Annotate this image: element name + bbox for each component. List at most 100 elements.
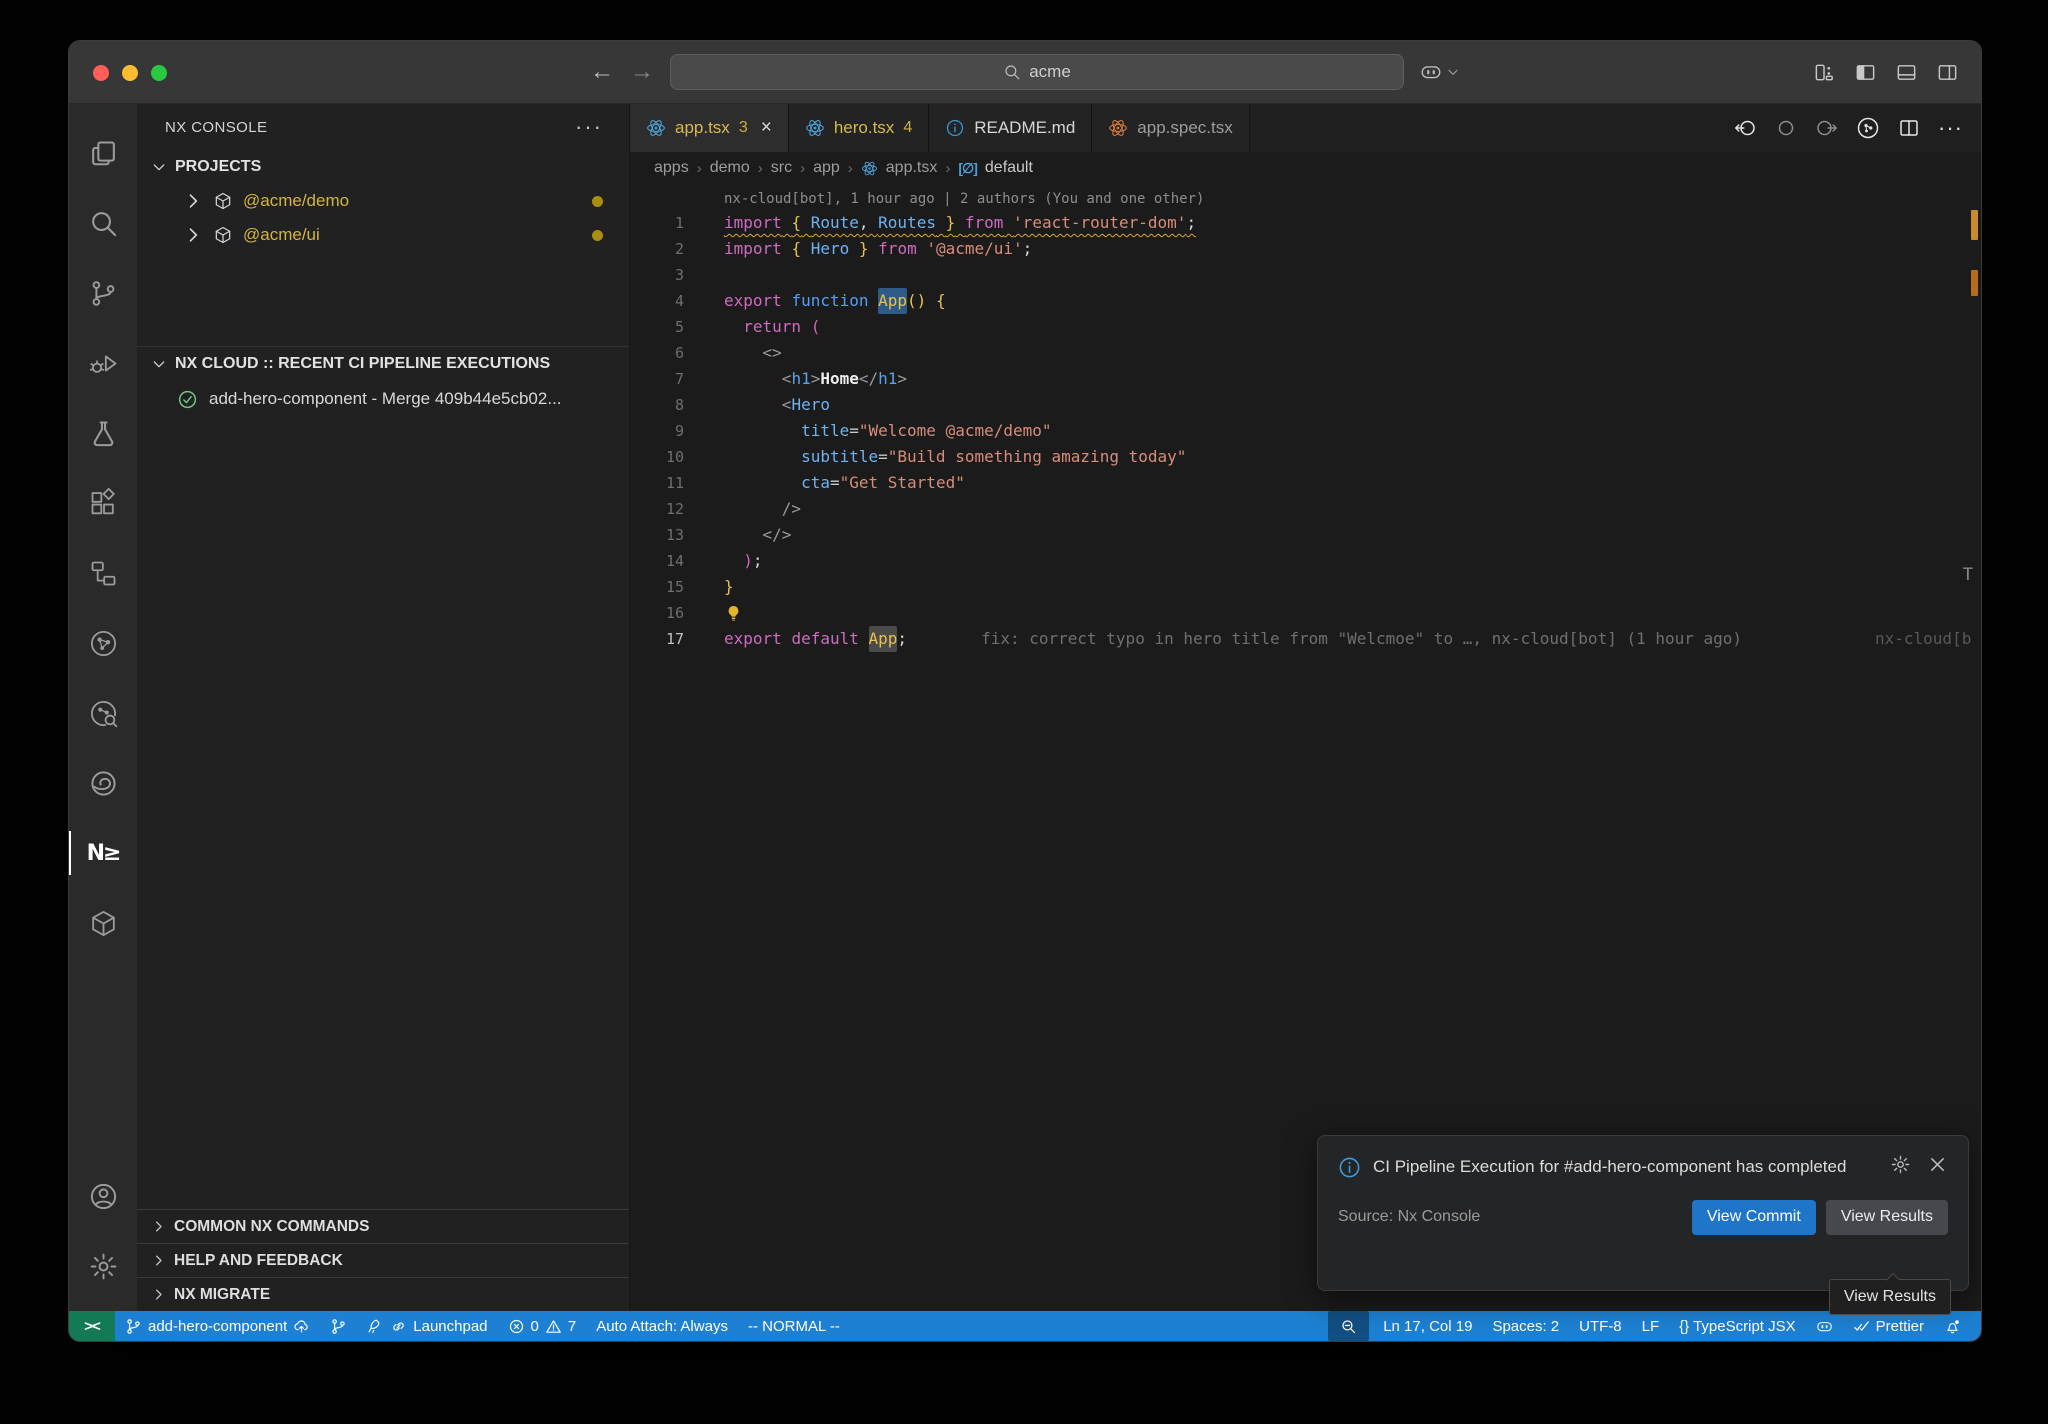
- activity-item-references[interactable]: [69, 538, 137, 608]
- breadcrumb-symbol[interactable]: default: [985, 159, 1033, 177]
- breadcrumb-item[interactable]: app: [813, 159, 840, 177]
- search-value: acme: [1029, 62, 1071, 82]
- activity-item-explorer[interactable]: [69, 118, 137, 188]
- nav-circle-icon[interactable]: [1774, 116, 1798, 140]
- breadcrumb-item[interactable]: apps: [654, 159, 689, 177]
- section-help-and-feedback[interactable]: HELP AND FEEDBACK: [137, 1243, 629, 1277]
- section-common-nx-commands[interactable]: COMMON NX COMMANDS: [137, 1209, 629, 1243]
- history-back-icon[interactable]: ←: [590, 60, 614, 84]
- react-blue-icon: [646, 118, 666, 138]
- nx-graph-circled-icon[interactable]: [1856, 116, 1880, 140]
- history-forward-icon[interactable]: →: [630, 60, 654, 84]
- panel-right-icon[interactable]: [1936, 61, 1959, 84]
- layout-customize-icon[interactable]: [1813, 61, 1836, 84]
- search-icon: [1003, 63, 1021, 81]
- activity-item-nx-task-search[interactable]: [69, 678, 137, 748]
- line-number: 9: [630, 418, 684, 444]
- breadcrumb: apps›demo›src›app›app.tsx›[∅]default: [630, 152, 1981, 184]
- status-formatter[interactable]: Prettier: [1843, 1311, 1934, 1341]
- tab-app-spec-tsx[interactable]: app.spec.tsx: [1092, 104, 1249, 152]
- tab-label: app.spec.tsx: [1137, 118, 1232, 138]
- status-cursor-position[interactable]: Ln 17, Col 19: [1373, 1311, 1482, 1341]
- activity-item-nx-project-graph[interactable]: [69, 608, 137, 678]
- status-git-graph[interactable]: [320, 1311, 357, 1341]
- project-item[interactable]: @acme/ui: [137, 218, 629, 252]
- breadcrumb-file[interactable]: app.tsx: [886, 159, 938, 177]
- activity-item-containers[interactable]: [69, 888, 137, 958]
- status-language-mode[interactable]: {} TypeScript JSX: [1669, 1311, 1805, 1341]
- section-nx-cloud[interactable]: NX CLOUD :: RECENT CI PIPELINE EXECUTION…: [137, 346, 629, 381]
- extensions-icon: [88, 488, 119, 519]
- activity-item-extensions[interactable]: [69, 468, 137, 538]
- activity-item-testing[interactable]: [69, 398, 137, 468]
- split-editor-icon[interactable]: [1897, 116, 1921, 140]
- panel-left-icon[interactable]: [1854, 61, 1877, 84]
- more-actions-icon[interactable]: ···: [575, 114, 603, 140]
- code-line-17: 17export default App;fix: correct typo i…: [630, 626, 1981, 652]
- copilot-menu[interactable]: [1420, 61, 1460, 83]
- activity-item-settings[interactable]: [69, 1231, 137, 1301]
- maximize-window-button[interactable]: [151, 65, 167, 81]
- tab-bar: app.tsx3×hero.tsx4README.mdapp.spec.tsx …: [630, 104, 1981, 152]
- chevron-down-icon: [151, 159, 167, 175]
- line-number: 10: [630, 444, 684, 470]
- search-icon: [88, 208, 119, 239]
- status-indentation[interactable]: Spaces: 2: [1482, 1311, 1569, 1341]
- view-commit-button[interactable]: View Commit: [1692, 1200, 1816, 1235]
- status-problems[interactable]: 07: [498, 1311, 587, 1341]
- status-auto-attach[interactable]: Auto Attach: Always: [586, 1311, 738, 1341]
- vscode-window: ← → acme N≥ NX CONSOLE ···: [68, 40, 1982, 1342]
- nx-cloud-list: add-hero-component - Merge 409b44e5cb02.…: [137, 381, 629, 417]
- tab-label: app.tsx: [675, 118, 730, 138]
- activity-item-edge-browser[interactable]: [69, 748, 137, 818]
- info-icon: [1338, 1156, 1361, 1179]
- line-number: 14: [630, 548, 684, 574]
- codelens-blame[interactable]: nx-cloud[bot], 1 hour ago | 2 authors (Y…: [630, 188, 1981, 210]
- activity-item-nx-console[interactable]: N≥: [69, 818, 137, 888]
- code-line-7: 7 <h1>Home</h1>: [630, 366, 1981, 392]
- more-actions-icon[interactable]: ···: [1938, 115, 1963, 141]
- project-label: @acme/demo: [243, 191, 349, 211]
- command-center-search[interactable]: acme: [670, 54, 1404, 90]
- code-line-8: 8 <Hero: [630, 392, 1981, 418]
- nav-forward-icon[interactable]: [1815, 116, 1839, 140]
- status-copilot[interactable]: [1806, 1311, 1843, 1341]
- activity-item-search[interactable]: [69, 188, 137, 258]
- minimize-window-button[interactable]: [122, 65, 138, 81]
- command-center: ← → acme: [590, 41, 1460, 103]
- pipeline-execution-item[interactable]: add-hero-component - Merge 409b44e5cb02.…: [137, 381, 629, 417]
- close-icon[interactable]: [1927, 1154, 1948, 1175]
- status-vim-mode[interactable]: -- NORMAL --: [738, 1311, 850, 1341]
- nav-back-icon[interactable]: [1733, 116, 1757, 140]
- tab-hero-tsx[interactable]: hero.tsx4: [789, 104, 929, 152]
- close-tab-icon[interactable]: ×: [761, 117, 772, 139]
- status-encoding[interactable]: UTF-8: [1569, 1311, 1632, 1341]
- status-notifications[interactable]: [1934, 1311, 1971, 1341]
- main-area: N≥ NX CONSOLE ··· PROJECTS @acme/demo@ac…: [69, 104, 1981, 1311]
- section-nx-migrate[interactable]: NX MIGRATE: [137, 1277, 629, 1311]
- status-git-branch[interactable]: add-hero-component: [115, 1311, 320, 1341]
- lightbulb-icon[interactable]: [724, 604, 743, 623]
- nx-cloud-header-label: NX CLOUD :: RECENT CI PIPELINE EXECUTION…: [175, 355, 550, 373]
- activity-item-run-debug[interactable]: [69, 328, 137, 398]
- tab-readme-md[interactable]: README.md: [929, 104, 1092, 152]
- link-icon: [390, 1318, 407, 1335]
- view-results-button[interactable]: View Results: [1826, 1200, 1948, 1235]
- status-launchpad[interactable]: Launchpad: [357, 1311, 497, 1341]
- notification-message: CI Pipeline Execution for #add-hero-comp…: [1373, 1154, 1878, 1180]
- panel-bottom-icon[interactable]: [1895, 61, 1918, 84]
- close-window-button[interactable]: [93, 65, 109, 81]
- section-projects[interactable]: PROJECTS: [137, 150, 629, 184]
- activity-item-account[interactable]: [69, 1161, 137, 1231]
- project-item[interactable]: @acme/demo: [137, 184, 629, 218]
- activity-item-source-control[interactable]: [69, 258, 137, 328]
- breadcrumb-item[interactable]: demo: [710, 159, 750, 177]
- code-line-1: 1import { Route, Routes } from 'react-ro…: [630, 210, 1981, 236]
- status-remote-indicator[interactable]: ><: [69, 1311, 115, 1341]
- breadcrumb-item[interactable]: src: [771, 159, 792, 177]
- tab-app-tsx[interactable]: app.tsx3×: [630, 104, 789, 152]
- status-eol[interactable]: LF: [1632, 1311, 1670, 1341]
- gear-icon[interactable]: [1890, 1154, 1911, 1175]
- copilot-icon: [1420, 61, 1442, 83]
- status-zoom-out[interactable]: [1328, 1311, 1369, 1341]
